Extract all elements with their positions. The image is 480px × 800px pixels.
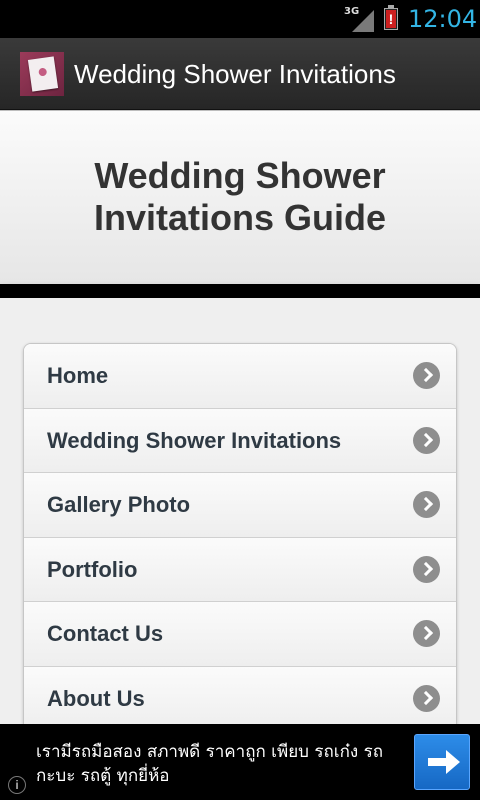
menu-item-gallery-photo[interactable]: Gallery Photo: [24, 473, 456, 538]
ad-banner[interactable]: เรามีรถมือสอง สภาพดี ราคาถูก เพียบ รถเก๋…: [0, 724, 480, 800]
content-area: Home Wedding Shower Invitations Gallery …: [0, 298, 480, 743]
info-icon[interactable]: i: [8, 776, 26, 794]
menu-item-label: Gallery Photo: [47, 492, 191, 517]
header-banner: Wedding Shower Invitations Guide: [0, 110, 480, 284]
status-clock: 12:04: [408, 5, 478, 33]
action-bar: Wedding Shower Invitations: [0, 38, 480, 110]
menu-item-label: Contact Us: [47, 621, 164, 646]
nav-menu: Home Wedding Shower Invitations Gallery …: [23, 343, 457, 743]
menu-item-portfolio[interactable]: Portfolio: [24, 537, 456, 602]
chevron-right-icon: [413, 491, 440, 518]
chevron-right-icon: [413, 620, 440, 647]
chevron-right-icon: [413, 362, 440, 389]
menu-item-label: Home: [47, 363, 109, 388]
menu-item-label: Wedding Shower Invitations: [47, 427, 342, 453]
battery-alert-mark: !: [388, 11, 394, 27]
banner-divider: [0, 284, 480, 298]
chevron-right-icon: [413, 426, 440, 454]
signal-icon: 3G: [344, 6, 374, 32]
status-bar: 3G ! 12:04: [0, 0, 480, 38]
menu-item-about-us[interactable]: About Us: [24, 666, 456, 731]
chevron-right-icon: [413, 555, 440, 583]
menu-item-home[interactable]: Home: [24, 344, 456, 409]
app-invitation-icon[interactable]: [20, 52, 64, 96]
menu-item-wedding-shower-invitations[interactable]: Wedding Shower Invitations: [24, 408, 456, 473]
menu-item-contact-us[interactable]: Contact Us: [24, 602, 456, 667]
page-title: Wedding Shower Invitations Guide: [93, 155, 387, 238]
ad-go-button[interactable]: [414, 734, 470, 790]
ad-text[interactable]: เรามีรถมือสอง สภาพดี ราคาถูก เพียบ รถเก๋…: [36, 740, 406, 788]
chevron-right-icon: [413, 684, 440, 712]
battery-alert-icon: !: [384, 5, 398, 30]
app-title: Wedding Shower Invitations: [74, 59, 396, 89]
menu-item-label: About Us: [47, 685, 145, 711]
menu-item-label: Portfolio: [47, 556, 138, 582]
